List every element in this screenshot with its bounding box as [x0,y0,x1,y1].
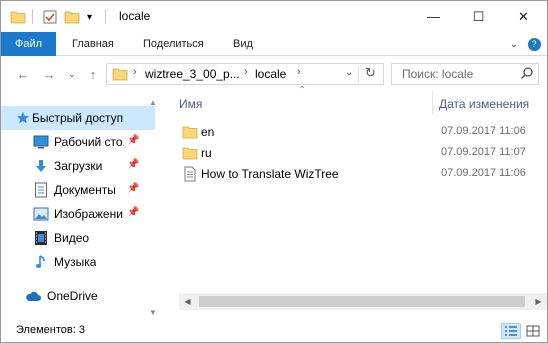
nav-item-onedrive[interactable]: OneDrive [1,284,155,308]
nav-label: Документы [54,183,116,197]
customize-toolbar-icon[interactable]: ▾ [87,8,92,26]
navigation-bar: ← → ⌄ ↑ › wiztree_3_00_p... › locale › ⌄… [1,56,547,91]
help-icon[interactable]: ? [526,32,542,56]
nav-scrollbar[interactable]: ▲ ▼ [147,96,159,321]
scroll-left-icon[interactable]: ◀ [179,295,196,308]
explorer-window: ▾ locale — ☐ ✕ Файл Главная Поделиться В… [0,0,548,343]
crumb-separator: › [244,66,248,78]
tab-home[interactable]: Главная [72,32,114,56]
search-box[interactable]: Поиск: locale [391,63,539,85]
breadcrumb-wiztree[interactable]: wiztree_3_00_p... [145,67,240,81]
download-icon [33,158,49,174]
properties-icon[interactable] [42,8,58,26]
status-bar: Элементов: 3 [1,321,547,342]
column-header-date[interactable]: Дата изменения [439,97,529,111]
star-icon [15,110,31,126]
nav-label: Быстрый доступ [32,111,124,125]
crumb-separator: › [297,66,301,78]
file-row-how-to-translate[interactable]: How to Translate WizTree 07.09.2017 11:0… [179,164,539,184]
column-divider[interactable] [432,91,433,115]
nav-label: Изображени [54,207,123,221]
forward-button[interactable]: → [39,64,59,84]
folder-icon [182,145,198,161]
details-view-icon [505,326,517,336]
maximize-button[interactable]: ☐ [456,1,501,32]
quick-access-divider [32,9,33,24]
window-title: locale [119,9,151,23]
help-glyph: ? [527,37,541,51]
nav-label: Загрузки [54,159,103,173]
search-input[interactable]: Поиск: locale [402,67,473,81]
file-date: 07.09.2017 11:06 [441,125,526,137]
file-name: How to Translate WizTree [201,167,339,181]
pin-icon[interactable]: 📌 [127,135,139,146]
file-name: en [201,125,215,139]
item-count: Элементов: 3 [16,324,85,336]
file-list: ⌃ Имя Дата изменения en 07.09.2017 11:06… [161,85,547,321]
tab-share[interactable]: Поделиться [143,32,204,56]
address-divider [358,66,359,82]
back-button[interactable]: ← [13,64,33,84]
up-button[interactable]: ↑ [83,64,103,84]
nav-label: Рабочий сто. [54,135,124,149]
large-icons-view-button[interactable] [523,323,543,339]
title-bar: ▾ locale — ☐ ✕ [1,1,547,32]
scrollbar-thumb[interactable] [199,296,525,307]
pin-icon[interactable]: 📌 [127,207,139,218]
music-icon [33,254,49,270]
minimize-button[interactable]: — [411,1,456,32]
horizontal-scrollbar[interactable]: ◀ ▶ [179,293,547,310]
file-name: ru [201,146,212,160]
nav-label: Музыка [54,255,97,269]
scroll-down-icon[interactable]: ▼ [149,308,157,317]
search-icon[interactable] [520,66,534,83]
pin-icon[interactable]: 📌 [127,183,139,194]
cloud-icon [25,288,41,304]
tab-file[interactable]: Файл [1,32,56,56]
folder-icon [182,124,198,140]
breadcrumb-locale[interactable]: locale [255,67,286,81]
close-button[interactable]: ✕ [501,1,546,32]
nav-item-desktop[interactable]: Рабочий сто. 📌 [1,130,155,154]
navigation-pane: Быстрый доступ Рабочий сто. 📌 Загрузки 📌… [1,96,159,321]
collapse-ribbon-icon[interactable]: ⌄ [504,32,524,56]
nav-item-videos[interactable]: Видео [1,226,155,250]
pin-icon[interactable]: 📌 [127,159,139,170]
tab-view[interactable]: Вид [233,32,253,56]
recent-locations-button[interactable]: ⌄ [62,64,82,84]
nav-label: Видео [54,231,90,245]
file-row-en[interactable]: en 07.09.2017 11:06 [179,122,539,142]
sort-ascending-icon: ⌃ [298,85,307,96]
nav-label: OneDrive [47,289,98,303]
nav-item-pictures[interactable]: Изображени 📌 [1,202,155,226]
address-bar[interactable]: › wiztree_3_00_p... › locale › ⌄ ↻ [106,63,384,85]
pictures-icon [33,206,49,222]
nav-item-downloads[interactable]: Загрузки 📌 [1,154,155,178]
window-folder-icon [10,8,26,26]
crumb-separator: › [133,66,137,78]
nav-item-music[interactable]: Музыка [1,250,155,274]
ribbon-tabs: Файл Главная Поделиться Вид ⌄ ? [1,32,547,56]
video-icon [33,230,49,246]
details-view-button[interactable] [501,323,521,339]
file-date: 07.09.2017 11:07 [441,146,526,158]
new-folder-icon[interactable] [64,8,80,26]
large-icons-view-icon [526,325,540,337]
address-folder-icon [112,66,128,85]
document-icon [33,182,49,198]
address-dropdown-icon[interactable]: ⌄ [345,67,353,78]
scroll-right-icon[interactable]: ▶ [530,295,547,308]
text-file-icon [182,166,198,182]
column-header-name[interactable]: Имя [179,97,202,111]
nav-item-quick-access[interactable]: Быстрый доступ [1,106,155,130]
refresh-icon[interactable]: ↻ [365,65,376,81]
desktop-icon [33,134,49,150]
file-date: 07.09.2017 11:06 [441,167,526,179]
nav-item-documents[interactable]: Документы 📌 [1,178,155,202]
scroll-up-icon[interactable]: ▲ [149,98,157,107]
file-row-ru[interactable]: ru 07.09.2017 11:07 [179,143,539,163]
title-divider [105,9,106,24]
